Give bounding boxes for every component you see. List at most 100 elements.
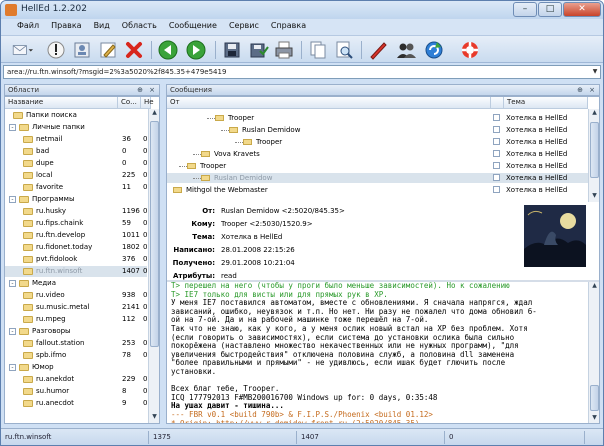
scroll-up-icon[interactable]: ▲ [590, 109, 599, 119]
folder-item[interactable]: ru.fips.chaink 59 0 [5, 218, 147, 229]
collapse-toggle-icon[interactable]: - [9, 124, 16, 131]
chevron-down-icon[interactable]: ▼ [590, 66, 600, 78]
message-row[interactable]: Ruslan Demidow Хотелка в HellEd [167, 173, 588, 183]
message-row[interactable]: Trooper Хотелка в HellEd [167, 113, 588, 123]
refresh-icon[interactable] [423, 39, 445, 61]
message-row[interactable]: Trooper Хотелка в HellEd [167, 161, 588, 171]
address-input[interactable]: area://ru.ftn.winsoft/?msgid=2%3a5020%2f… [3, 65, 601, 79]
new-icon[interactable] [367, 39, 389, 61]
menu-view[interactable]: Вид [88, 19, 116, 35]
message-row[interactable]: Vova Kravets Хотелка в HellEd [167, 149, 588, 159]
close-pane-icon[interactable]: × [149, 85, 155, 95]
scroll-up-icon[interactable]: ▲ [590, 282, 599, 292]
body-scrollbar[interactable]: ▲ ▼ [588, 282, 599, 423]
scroll-down-icon[interactable]: ▼ [590, 192, 599, 202]
folder-count: 938 [122, 291, 136, 299]
close-pane-icon[interactable]: × [589, 85, 595, 95]
save-all-icon[interactable] [247, 39, 269, 61]
pin-icon[interactable]: ⊕ [137, 85, 143, 95]
folder-item[interactable]: su.music.metal 2141 0 [5, 302, 147, 313]
folder-group[interactable]: - Медиа [5, 278, 147, 289]
folder-name: ru.ftn.develop [36, 231, 86, 239]
maximize-button[interactable]: □ [538, 2, 562, 17]
message-row[interactable]: Ruslan Demidow Хотелка в HellEd [167, 125, 588, 135]
folder-item[interactable]: pvt.fidolook 376 0 [5, 254, 147, 265]
folder-group[interactable]: - Разговоры [5, 326, 147, 337]
save-icon[interactable] [221, 39, 243, 61]
message-row[interactable]: Trooper Хотелка в HellEd [167, 137, 588, 147]
flag-checkbox[interactable] [493, 174, 500, 181]
message-row[interactable]: Mithgol the Webmaster Хотелка в HellEd [167, 185, 588, 195]
folder-group[interactable]: - Программы [5, 194, 147, 205]
messages-scrollbar[interactable]: ▲ ▼ [588, 109, 599, 202]
folder-new-count: 0 [143, 207, 148, 215]
flag-checkbox[interactable] [493, 114, 500, 121]
menu-file[interactable]: Файл [11, 19, 45, 35]
folder-item[interactable]: ru.ftn.develop 1011 0 [5, 230, 147, 241]
folder-name: Юмор [32, 363, 54, 371]
folder-group[interactable]: - Личные папки [5, 122, 147, 133]
collapse-toggle-icon[interactable]: - [9, 196, 16, 203]
folder-item[interactable]: ru.anecdot 9 0 [5, 398, 147, 409]
column-flag[interactable] [491, 97, 504, 109]
folders-scrollbar[interactable]: ▲ ▼ [148, 109, 159, 423]
folder-item[interactable]: ru.husky 1196 0 [5, 206, 147, 217]
folder-item[interactable]: fallout.station 253 0 [5, 338, 147, 349]
folder-item[interactable]: favorite 11 0 [5, 182, 147, 193]
collapse-toggle-icon[interactable]: - [9, 280, 16, 287]
pin-icon[interactable]: ⊕ [577, 85, 583, 95]
flag-checkbox[interactable] [493, 138, 500, 145]
scroll-down-icon[interactable]: ▼ [590, 414, 599, 423]
column-name[interactable]: Название [5, 97, 118, 109]
folder-item[interactable]: ru.ftn.winsoft 1407 0 [5, 266, 147, 277]
edit-icon[interactable] [97, 39, 119, 61]
important-icon[interactable] [45, 39, 67, 61]
folder-item[interactable]: spb.ifmo 78 0 [5, 350, 147, 361]
scroll-thumb[interactable] [590, 385, 599, 411]
collapse-toggle-icon[interactable]: - [9, 328, 16, 335]
column-subject[interactable]: Тема [504, 97, 588, 109]
flag-checkbox[interactable] [493, 126, 500, 133]
users-icon[interactable] [395, 39, 417, 61]
back-icon[interactable] [157, 39, 179, 61]
folder-item[interactable]: dupe 0 0 [5, 158, 147, 169]
address-book-icon[interactable] [71, 39, 93, 61]
folder-item[interactable]: su.humor 8 0 [5, 386, 147, 397]
find-icon[interactable] [333, 39, 355, 61]
menu-message[interactable]: Сообщение [163, 19, 223, 35]
menu-edit[interactable]: Правка [45, 19, 87, 35]
folder-item[interactable]: ru.mpeg 112 0 [5, 314, 147, 325]
scroll-thumb[interactable] [590, 122, 599, 178]
minimize-button[interactable]: – [513, 2, 537, 17]
folders-pane-title: Области [8, 86, 40, 94]
folder-item[interactable]: netmail 36 0 [5, 134, 147, 145]
menu-area[interactable]: Область [116, 19, 163, 35]
scroll-thumb[interactable] [150, 121, 159, 347]
folder-group[interactable]: Папки поиска [5, 110, 147, 121]
message-from: Trooper [256, 138, 283, 146]
flag-checkbox[interactable] [493, 150, 500, 157]
forward-icon[interactable] [185, 39, 207, 61]
copy-icon[interactable] [307, 39, 329, 61]
flag-checkbox[interactable] [493, 186, 500, 193]
print-icon[interactable] [273, 39, 295, 61]
column-new[interactable]: Не [141, 97, 154, 109]
folder-item[interactable]: local 225 0 [5, 170, 147, 181]
help-icon[interactable] [459, 39, 481, 61]
flag-checkbox[interactable] [493, 162, 500, 169]
column-count[interactable]: Со... [118, 97, 141, 109]
folder-item[interactable]: ru.anekdot 229 0 [5, 374, 147, 385]
scroll-down-icon[interactable]: ▼ [150, 413, 159, 423]
menu-help[interactable]: Справка [265, 19, 312, 35]
menu-service[interactable]: Сервис [223, 19, 265, 35]
folder-item[interactable]: bad 0 0 [5, 146, 147, 157]
folder-item[interactable]: ru.fidonet.today 1802 0 [5, 242, 147, 253]
close-button[interactable]: ✕ [563, 2, 601, 17]
scroll-up-icon[interactable]: ▲ [150, 109, 159, 119]
folder-group[interactable]: - Юмор [5, 362, 147, 373]
delete-icon[interactable] [123, 39, 145, 61]
column-from[interactable]: От [167, 97, 491, 109]
mail-icon[interactable] [11, 39, 41, 61]
folder-item[interactable]: ru.video 938 0 [5, 290, 147, 301]
collapse-toggle-icon[interactable]: - [9, 364, 16, 371]
